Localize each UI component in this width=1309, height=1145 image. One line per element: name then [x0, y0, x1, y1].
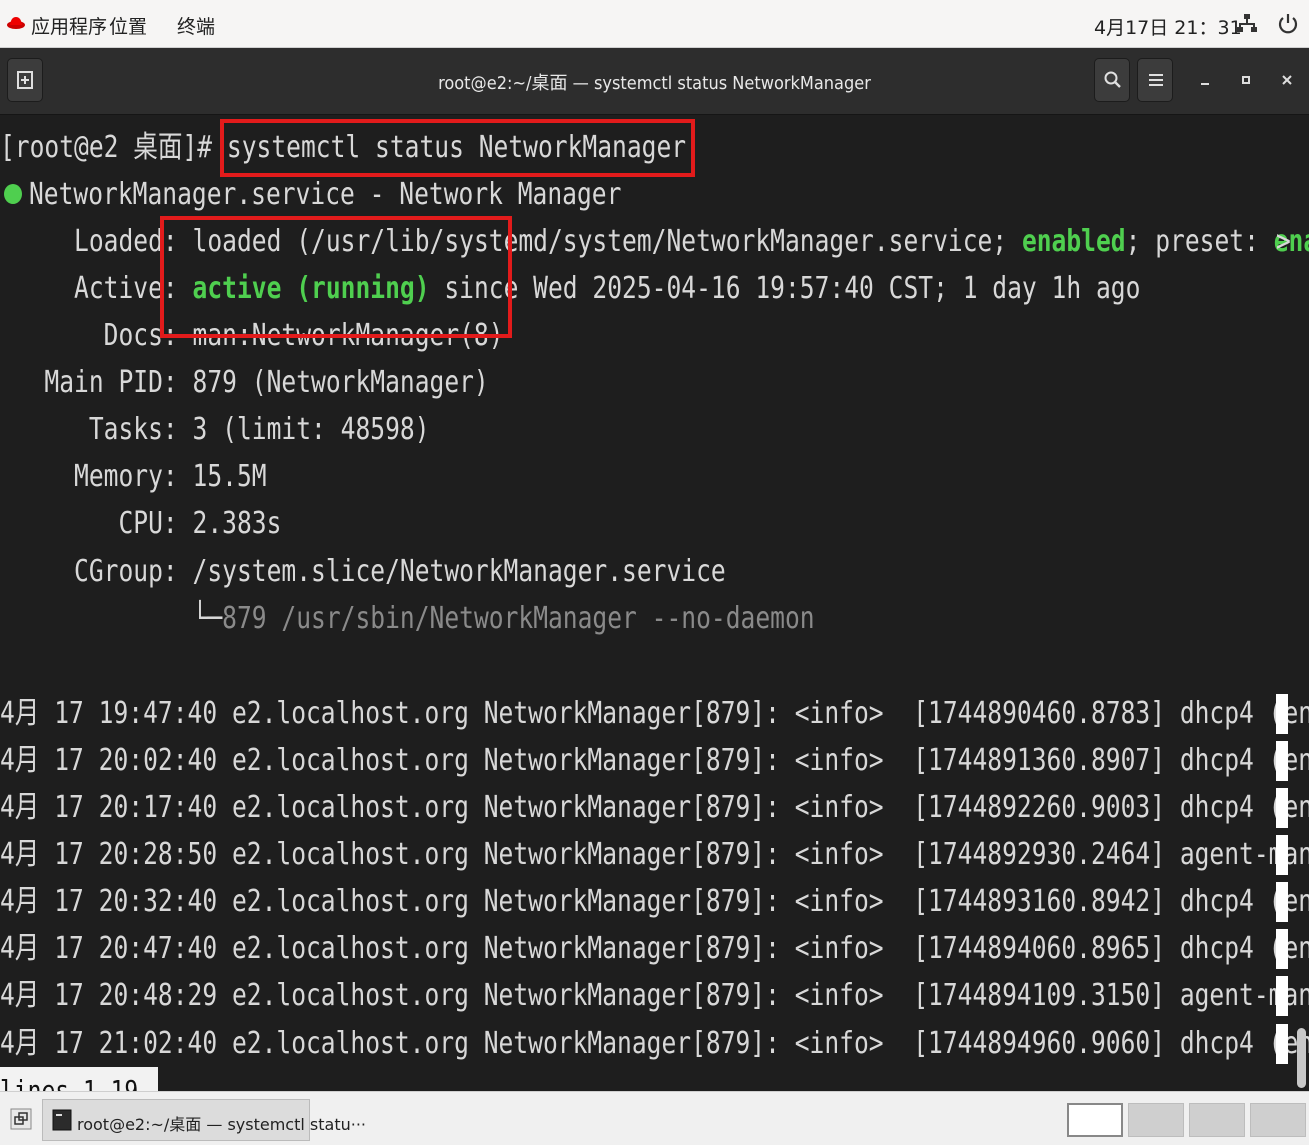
workspace-4[interactable]	[1250, 1103, 1306, 1137]
overflow-marker: >	[1276, 224, 1291, 259]
tasks-line: Tasks: 3 (limit: 48598)	[0, 412, 430, 447]
memory-line: Memory: 15.5M	[0, 459, 267, 494]
log-line: 4月 17 19:47:40 e2.localhost.org NetworkM…	[0, 696, 1309, 731]
applications-menu[interactable]: 应用程序	[31, 12, 107, 39]
pager-status-text: lines 1-19	[0, 1074, 139, 1091]
cgroup-child-line: └─879 /usr/sbin/NetworkManager --no-daem…	[0, 599, 815, 639]
cpu-line: CPU: 2.383s	[0, 506, 282, 541]
cgroup-process: 879 /usr/sbin/NetworkManager --no-daemon	[222, 601, 815, 636]
tree-branch: └─	[0, 601, 223, 636]
workspace-1[interactable]	[1067, 1103, 1123, 1137]
show-desktop-icon[interactable]	[10, 1108, 32, 1130]
terminal-app-icon	[52, 1109, 72, 1131]
maximize-button[interactable]	[1234, 68, 1258, 92]
search-button[interactable]	[1094, 58, 1130, 102]
overflow-marker-block	[1276, 976, 1288, 1016]
status-dot-icon	[4, 184, 22, 204]
top-bar: 应用程序 位置 终端 4月17日 21：31	[0, 0, 1309, 48]
overflow-marker-block	[1276, 929, 1288, 969]
preset-label: ; preset:	[1125, 224, 1274, 259]
log-line: 4月 17 20:17:40 e2.localhost.org NetworkM…	[0, 790, 1309, 825]
log-line: 4月 17 20:28:50 e2.localhost.org NetworkM…	[0, 837, 1309, 872]
terminal-header-bar: root@e2:~/桌面 — systemctl status NetworkM…	[0, 48, 1309, 115]
log-line: 4月 17 21:02:40 e2.localhost.org NetworkM…	[0, 1026, 1309, 1061]
search-icon	[1104, 71, 1121, 88]
annotation-box-active-status	[160, 216, 512, 338]
log-line: 4月 17 20:02:40 e2.localhost.org NetworkM…	[0, 743, 1309, 778]
pager-status: lines 1-19	[0, 1067, 158, 1091]
taskbar-window-label: root@e2:~/桌面 — systemctl statu···	[77, 1115, 366, 1134]
log-line: 4月 17 20:47:40 e2.localhost.org NetworkM…	[0, 931, 1309, 966]
overflow-marker-block	[1276, 835, 1288, 875]
overflow-marker-block	[1276, 694, 1288, 734]
annotation-box-command	[220, 119, 695, 177]
close-button[interactable]	[1275, 68, 1299, 92]
log-line: 4月 17 20:32:40 e2.localhost.org NetworkM…	[0, 884, 1309, 919]
workspace-3[interactable]	[1189, 1103, 1245, 1137]
hamburger-menu-icon	[1149, 74, 1163, 86]
minimize-icon	[1201, 83, 1209, 85]
menu-button[interactable]	[1137, 58, 1173, 102]
redhat-logo-icon[interactable]	[6, 14, 26, 32]
places-menu[interactable]: 位置	[109, 12, 147, 39]
power-icon[interactable]	[1277, 12, 1299, 34]
minimize-button[interactable]	[1193, 68, 1217, 92]
overflow-marker-block	[1276, 788, 1288, 828]
terminal-scrollbar[interactable]	[1297, 1028, 1306, 1088]
active-since: since Wed 2025-04-16 19:57:40 CST; 1 day…	[429, 271, 1141, 306]
terminal-app-menu[interactable]: 终端	[177, 12, 215, 39]
enabled-status: enabled	[1021, 224, 1126, 259]
overflow-marker-block	[1276, 1024, 1288, 1064]
cgroup-line: CGroup: /system.slice/NetworkManager.ser…	[0, 554, 726, 589]
workspace-2[interactable]	[1128, 1103, 1184, 1137]
log-line: 4月 17 20:48:29 e2.localhost.org NetworkM…	[0, 978, 1309, 1013]
clock[interactable]: 4月17日 21：31	[1094, 13, 1242, 40]
shell-prompt: [root@e2 桌面]#	[0, 130, 227, 165]
bottom-panel: root@e2:~/桌面 — systemctl statu···	[0, 1091, 1309, 1145]
maximize-icon	[1242, 76, 1250, 84]
taskbar-terminal-window[interactable]: root@e2:~/桌面 — systemctl statu···	[42, 1099, 366, 1141]
overflow-marker-block	[1276, 882, 1288, 922]
terminal-output[interactable]: [root@e2 桌面]# systemctl status NetworkMa…	[0, 115, 1309, 1091]
main-pid-line: Main PID: 879 (NetworkManager)	[0, 365, 489, 400]
network-icon[interactable]	[1236, 12, 1258, 34]
overflow-marker-block	[1276, 741, 1288, 781]
service-title: NetworkManager.service - Network Manager	[29, 177, 622, 212]
close-icon	[1282, 75, 1292, 85]
